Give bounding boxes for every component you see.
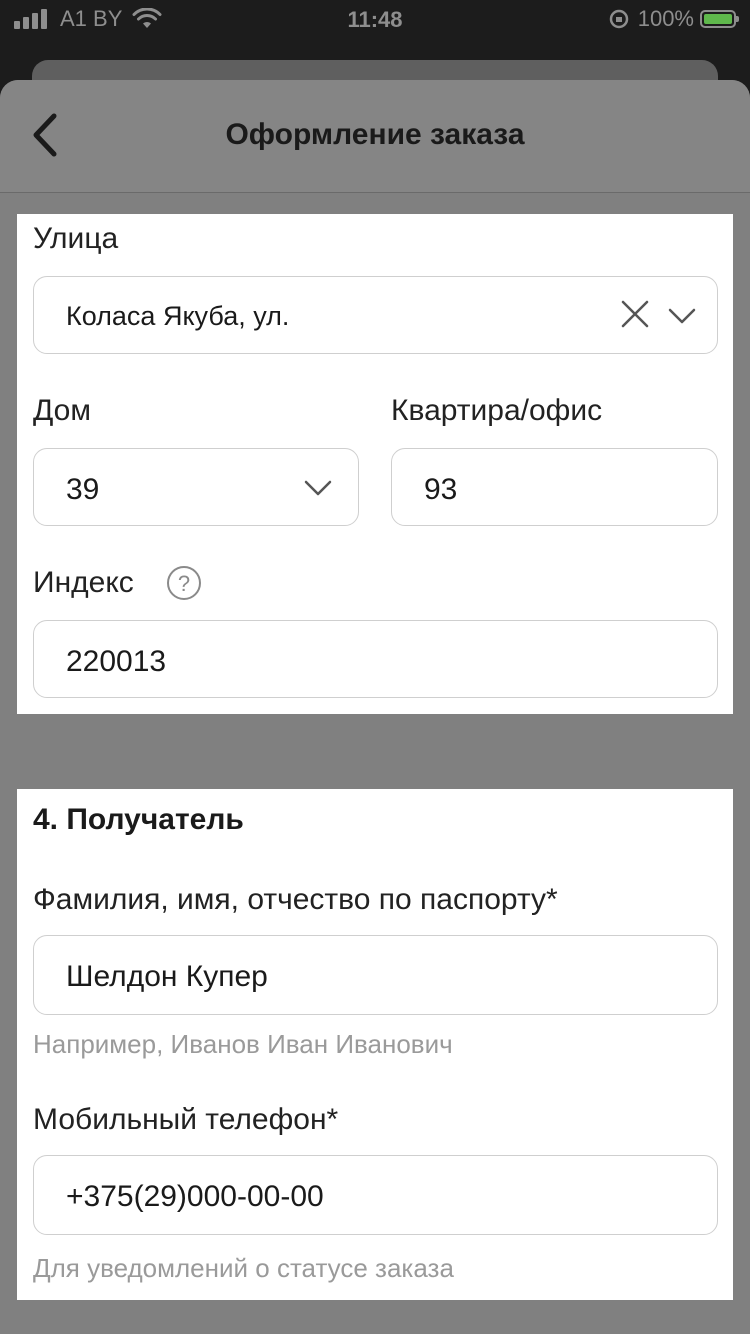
battery-icon — [700, 10, 739, 28]
status-bar: A1 BY 11:48 100% — [0, 0, 750, 40]
house-label: Дом — [33, 394, 91, 427]
street-value: Коласа Якуба, ул. — [66, 301, 290, 331]
orientation-lock-icon — [609, 9, 628, 29]
phone-input[interactable]: +375(29)000-00-00 — [33, 1155, 718, 1235]
chevron-down-icon[interactable] — [668, 307, 696, 325]
page-title: Оформление заказа — [225, 118, 525, 151]
street-label: Улица — [33, 222, 119, 255]
house-value: 39 — [66, 473, 100, 506]
sheet-header: Оформление заказа — [0, 80, 750, 193]
house-select[interactable]: 39 — [33, 448, 359, 526]
name-value: Шелдон Купер — [66, 960, 268, 993]
address-card: Улица Коласа Якуба, ул. Дом 39 Квартира/… — [17, 214, 733, 714]
recipient-card: 4. Получатель Фамилия, имя, отчество по … — [17, 789, 733, 1300]
svg-text:?: ? — [178, 571, 190, 596]
phone-hint: Для уведомлений о статусе заказа — [33, 1253, 454, 1283]
phone-label: Мобильный телефон* — [33, 1103, 339, 1136]
apartment-value: 93 — [424, 473, 458, 506]
street-select[interactable]: Коласа Якуба, ул. — [33, 276, 718, 354]
battery-percent: 100% — [637, 6, 694, 31]
name-input[interactable]: Шелдон Купер — [33, 935, 718, 1015]
index-value: 220013 — [66, 645, 167, 678]
status-right: 100% — [608, 6, 739, 32]
index-input[interactable]: 220013 — [33, 620, 718, 698]
clear-icon[interactable] — [620, 299, 650, 329]
chevron-down-icon[interactable] — [304, 479, 332, 497]
help-icon[interactable]: ? — [165, 564, 203, 602]
index-label: Индекс — [33, 566, 134, 599]
checkout-sheet: Оформление заказа Улица Коласа Якуба, ул… — [0, 80, 750, 1334]
name-label: Фамилия, имя, отчество по паспорту* — [33, 883, 558, 916]
apartment-label: Квартира/офис — [391, 394, 603, 427]
name-hint: Например, Иванов Иван Иванович — [33, 1029, 453, 1059]
apartment-input[interactable]: 93 — [391, 448, 718, 526]
section-title: 4. Получатель — [33, 803, 244, 836]
phone-value: +375(29)000-00-00 — [66, 1180, 324, 1213]
